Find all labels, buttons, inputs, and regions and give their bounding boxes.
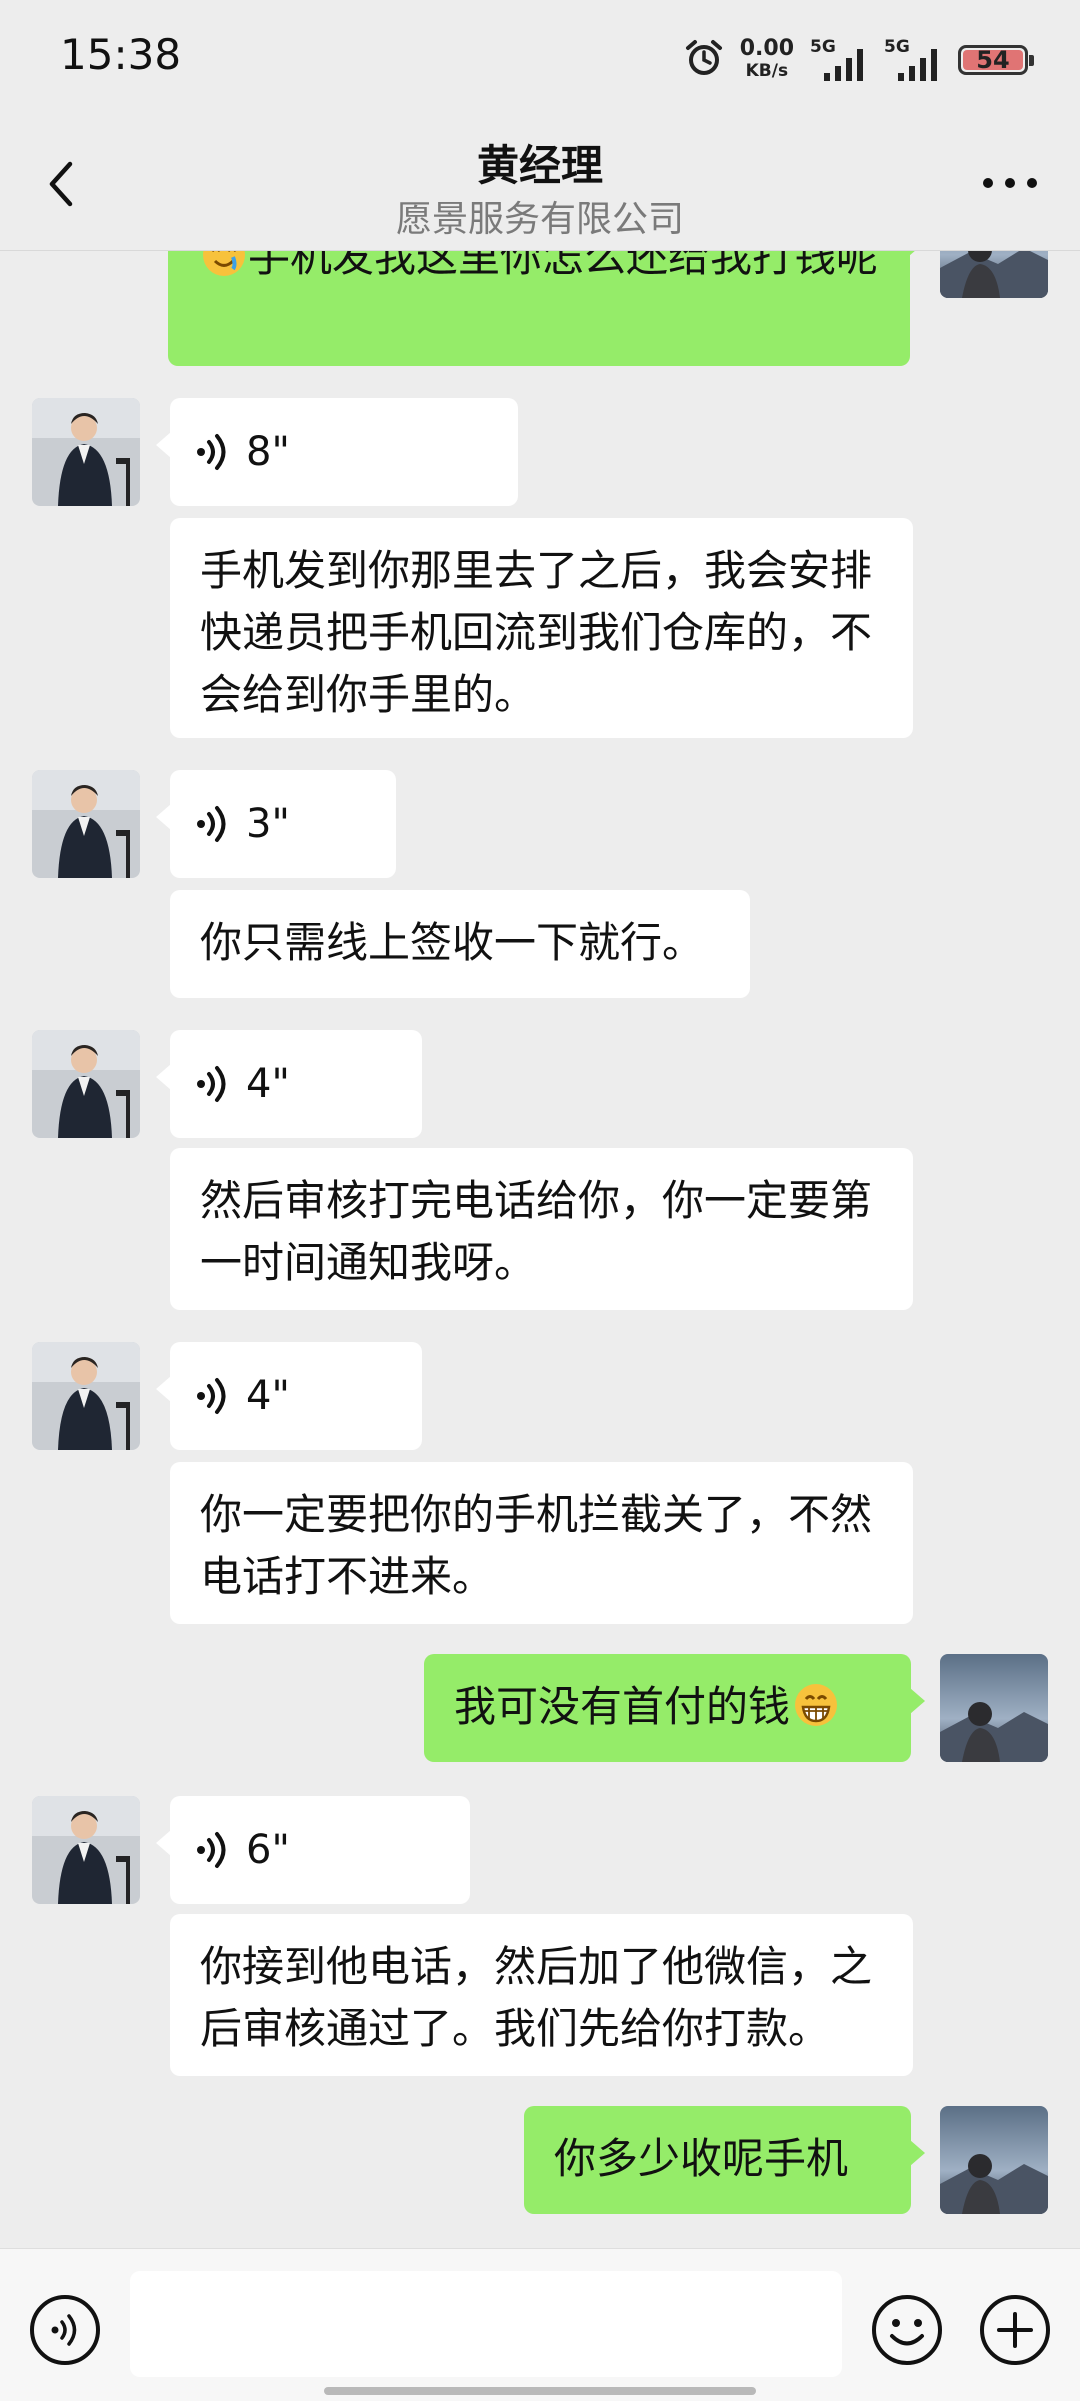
my-avatar[interactable] — [940, 1654, 1048, 1762]
message-bubble-outgoing[interactable]: 手机发我这里你怎么还给我打钱呢 — [168, 250, 924, 366]
status-time: 15:38 — [60, 30, 182, 79]
status-bar: 15:38 0.00 KB/s 5G 5G 54 — [0, 0, 1080, 118]
my-avatar[interactable] — [940, 2106, 1048, 2214]
input-bar — [0, 2248, 1080, 2401]
contact-company: 愿景服务有限公司 — [395, 199, 684, 240]
voice-message[interactable]: 8" — [156, 398, 518, 506]
battery-icon: 54 — [958, 45, 1034, 75]
signal-bars-icon — [898, 49, 937, 81]
message-text: 你接到他电话，然后加了他微信，之后审核通过了。我们先给你打款。 — [200, 1942, 873, 2053]
more-dots-icon — [983, 178, 1037, 188]
message-bubble-incoming[interactable]: 你只需线上签收一下就行。 — [170, 890, 750, 998]
voice-input-button[interactable] — [28, 2293, 102, 2367]
voice-wave-icon — [197, 806, 226, 842]
more-functions-button[interactable] — [978, 2293, 1052, 2367]
voice-wave-icon — [197, 1066, 226, 1102]
my-avatar[interactable] — [940, 250, 1048, 298]
message-text: 你一定要把你的手机拦截关了，不然电话打不进来。 — [200, 1490, 873, 1601]
message-bubble-incoming[interactable]: 手机发到你那里去了之后，我会安排快递员把手机回流到我们仓库的，不会给到你手里的。 — [170, 518, 913, 738]
voice-mode-icon — [30, 2295, 100, 2365]
grin-icon — [795, 1684, 838, 1726]
network-speed: 0.00 KB/s — [740, 38, 794, 82]
face-icon — [203, 250, 245, 276]
contact-avatar[interactable] — [32, 1796, 140, 1904]
contact-avatar[interactable] — [32, 1030, 140, 1138]
voice-wave-icon — [197, 1832, 226, 1868]
emoji-button[interactable] — [870, 2293, 944, 2367]
voice-duration: 3" — [246, 801, 290, 847]
more-button[interactable] — [970, 158, 1050, 208]
message-text: 我可没有首付的钱 — [454, 1682, 791, 1731]
home-indicator[interactable] — [324, 2387, 756, 2395]
message-input[interactable] — [130, 2271, 842, 2377]
message-bubble-outgoing[interactable]: 你多少收呢手机 — [524, 2106, 925, 2214]
message-bubble-incoming[interactable]: 你一定要把你的手机拦截关了，不然电话打不进来。 — [170, 1462, 913, 1624]
message-bubble-incoming[interactable]: 你接到他电话，然后加了他微信，之后审核通过了。我们先给你打款。 — [170, 1914, 913, 2076]
signal-bars-icon — [824, 49, 863, 81]
voice-duration: 8" — [246, 429, 290, 475]
voice-message[interactable]: 6" — [156, 1796, 470, 1904]
plus-circle-icon — [980, 2295, 1050, 2365]
message-bubble-incoming[interactable]: 然后审核打完电话给你，你一定要第一时间通知我呀。 — [170, 1148, 913, 1310]
contact-avatar[interactable] — [32, 770, 140, 878]
message-list[interactable]: 手机发我这里你怎么还给我打钱呢 8" 手机发到你那里去了之后，我会安排快递员把手… — [0, 250, 1080, 2248]
network-speed-value: 0.00 — [739, 36, 794, 61]
voice-message[interactable]: 3" — [156, 770, 396, 878]
message-text: 你多少收呢手机 — [554, 2134, 849, 2183]
signal-sim2: 5G — [884, 37, 942, 83]
message-text: 手机发到你那里去了之后，我会安排快递员把手机回流到我们仓库的，不会给到你手里的。 — [200, 546, 873, 719]
contact-avatar[interactable] — [32, 1342, 140, 1450]
status-icons: 0.00 KB/s 5G 5G 54 — [684, 30, 1034, 90]
message-text: 手机发我这里你怎么还给我打钱呢 — [248, 250, 879, 281]
chat-header: 黄经理 愿景服务有限公司 — [0, 118, 1080, 251]
contact-name: 黄经理 — [476, 141, 603, 190]
voice-duration: 4" — [246, 1373, 290, 1419]
alarm-icon — [684, 38, 724, 82]
network-speed-unit: KB/s — [745, 61, 789, 81]
battery-level: 54 — [976, 46, 1010, 74]
voice-duration: 6" — [246, 1827, 290, 1873]
signal-sim1: 5G — [810, 37, 868, 83]
message-text: 然后审核打完电话给你，你一定要第一时间通知我呀。 — [200, 1176, 873, 1287]
contact-avatar[interactable] — [32, 398, 140, 506]
smiley-icon — [872, 2295, 942, 2365]
voice-wave-icon — [197, 434, 226, 470]
message-bubble-outgoing[interactable]: 我可没有首付的钱 — [424, 1654, 925, 1762]
message-text: 你只需线上签收一下就行。 — [200, 918, 705, 967]
voice-duration: 4" — [246, 1061, 290, 1107]
voice-wave-icon — [197, 1378, 226, 1414]
voice-message[interactable]: 4" — [156, 1342, 422, 1450]
voice-message[interactable]: 4" — [156, 1030, 422, 1138]
